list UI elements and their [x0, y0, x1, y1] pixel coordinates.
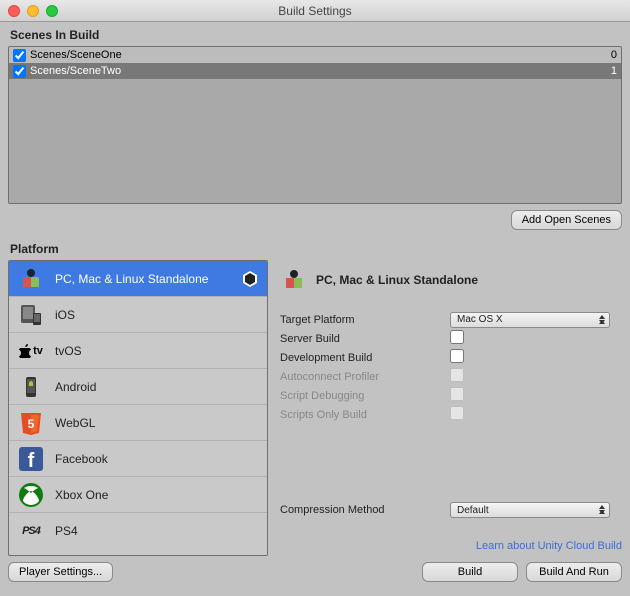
platform-heading: Platform — [0, 236, 630, 260]
window-title: Build Settings — [0, 4, 630, 18]
svg-text:f: f — [28, 450, 35, 472]
platform-item-webgl[interactable]: 5 WebGL — [9, 405, 267, 441]
facebook-icon: f — [17, 445, 45, 473]
target-platform-select[interactable]: Mac OS X — [450, 312, 610, 328]
android-icon — [17, 373, 45, 401]
svg-text:5: 5 — [28, 417, 35, 431]
footer: Player Settings... Build Build And Run — [0, 556, 630, 588]
server-build-label: Server Build — [280, 333, 450, 345]
cloud-build-link[interactable]: Learn about Unity Cloud Build — [280, 536, 622, 556]
unity-icon — [241, 270, 259, 288]
dev-build-label: Development Build — [280, 352, 450, 364]
platform-item-label: tvOS — [55, 344, 82, 358]
scene-checkbox[interactable] — [13, 49, 26, 62]
compression-select[interactable]: Default — [450, 502, 610, 518]
scripts-only-label: Scripts Only Build — [280, 409, 450, 421]
platform-item-tvos[interactable]: tv tvOS — [9, 333, 267, 369]
ios-icon — [17, 301, 45, 329]
platform-item-standalone[interactable]: PC, Mac & Linux Standalone — [9, 261, 267, 297]
standalone-icon — [280, 266, 308, 294]
platform-item-facebook[interactable]: f Facebook — [9, 441, 267, 477]
server-build-checkbox[interactable] — [450, 330, 464, 344]
player-settings-button[interactable]: Player Settings... — [8, 562, 113, 582]
build-button[interactable]: Build — [422, 562, 518, 582]
platform-item-label: iOS — [55, 308, 75, 322]
titlebar: Build Settings — [0, 0, 630, 22]
platform-item-label: PC, Mac & Linux Standalone — [55, 272, 208, 286]
standalone-icon — [17, 265, 45, 293]
platform-details: PC, Mac & Linux Standalone Target Platfo… — [280, 260, 622, 556]
platform-item-label: WebGL — [55, 416, 95, 430]
autoconnect-label: Autoconnect Profiler — [280, 371, 450, 383]
platform-item-label: Android — [55, 380, 96, 394]
scene-index: 1 — [611, 65, 617, 77]
script-debug-checkbox — [450, 387, 464, 401]
platform-item-android[interactable]: Android — [9, 369, 267, 405]
target-platform-label: Target Platform — [280, 314, 450, 326]
script-debug-label: Script Debugging — [280, 390, 450, 402]
scene-row[interactable]: Scenes/SceneOne 0 — [9, 47, 621, 63]
compression-label: Compression Method — [280, 504, 450, 516]
platform-item-label: Facebook — [55, 452, 108, 466]
scene-checkbox[interactable] — [13, 65, 26, 78]
platform-item-ios[interactable]: iOS — [9, 297, 267, 333]
scenes-heading: Scenes In Build — [0, 22, 630, 46]
dev-build-checkbox[interactable] — [450, 349, 464, 363]
scenes-list[interactable]: Scenes/SceneOne 0 Scenes/SceneTwo 1 — [8, 46, 622, 204]
build-and-run-button[interactable]: Build And Run — [526, 562, 622, 582]
platform-item-ps4[interactable]: PS4 PS4 — [9, 513, 267, 549]
add-open-scenes-button[interactable]: Add Open Scenes — [511, 210, 622, 230]
ps4-icon: PS4 — [17, 517, 45, 545]
scripts-only-checkbox — [450, 406, 464, 420]
xbox-icon — [17, 481, 45, 509]
scene-path: Scenes/SceneOne — [30, 49, 122, 61]
platform-item-label: PS4 — [55, 524, 78, 538]
platform-item-label: Xbox One — [55, 488, 108, 502]
platform-item-xbox[interactable]: Xbox One — [9, 477, 267, 513]
platform-list: PC, Mac & Linux Standalone iOS tv tvOS A… — [8, 260, 268, 556]
tvos-icon: tv — [17, 337, 45, 365]
scene-path: Scenes/SceneTwo — [30, 65, 121, 77]
scene-row[interactable]: Scenes/SceneTwo 1 — [9, 63, 621, 79]
webgl-icon: 5 — [17, 409, 45, 437]
details-title: PC, Mac & Linux Standalone — [316, 273, 478, 287]
autoconnect-checkbox — [450, 368, 464, 382]
scene-index: 0 — [611, 49, 617, 61]
